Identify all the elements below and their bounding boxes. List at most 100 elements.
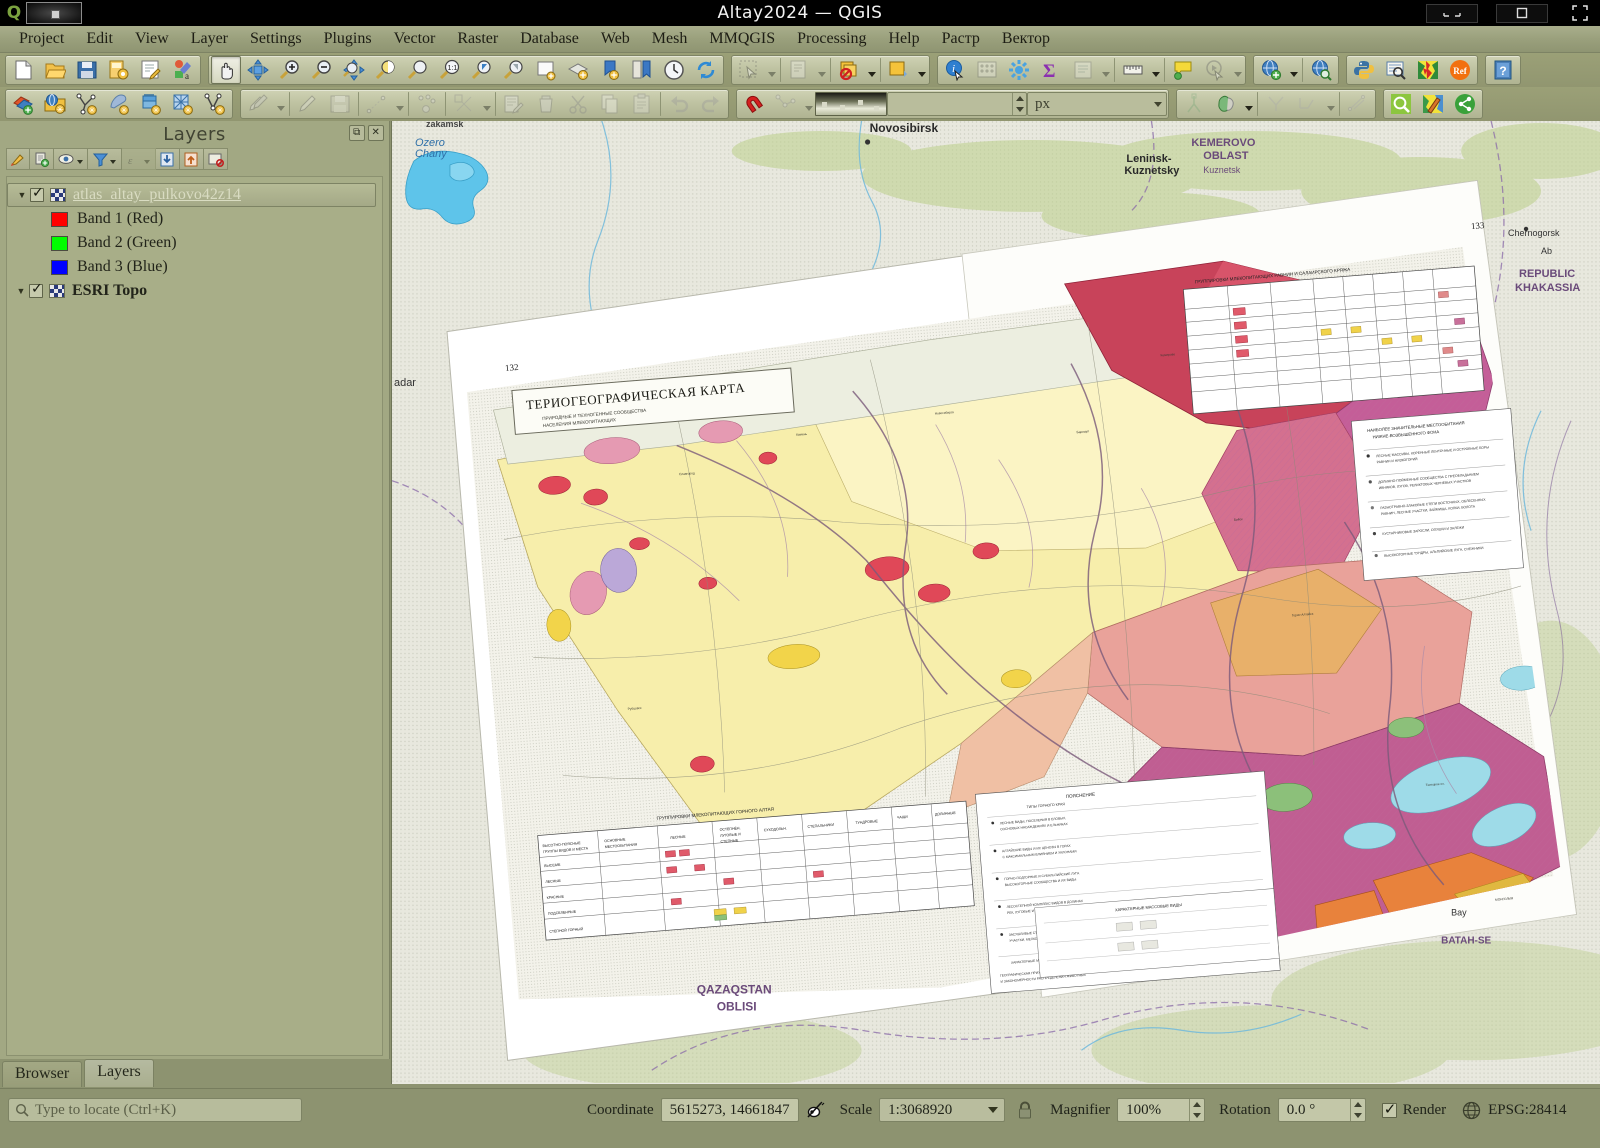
open-project-button[interactable] <box>40 56 70 84</box>
reference-ref-button[interactable]: Ref <box>1445 56 1475 84</box>
add-mesh-layer-button[interactable]: ✳ <box>168 90 198 118</box>
select-by-expression-button[interactable] <box>784 56 814 84</box>
menu-help[interactable]: Help <box>877 28 930 50</box>
snapping-options-button[interactable] <box>771 90 801 118</box>
offset-curve-dropdown[interactable] <box>1324 90 1337 118</box>
scale-combo[interactable]: 1:3068920 <box>879 1098 1005 1122</box>
close-panel-icon[interactable]: ✕ <box>368 125 384 141</box>
trim-extend-button[interactable] <box>1343 90 1373 118</box>
modify-attributes-button[interactable] <box>499 90 529 118</box>
menu-mmqgis[interactable]: MMQGIS <box>698 28 786 50</box>
crs-globe-icon[interactable] <box>1462 1101 1481 1120</box>
filter-legend-button[interactable] <box>88 148 122 170</box>
show-form-button[interactable] <box>1068 56 1098 84</box>
share-map-button[interactable] <box>1450 90 1480 118</box>
toggle-extents-icon[interactable] <box>806 1100 826 1120</box>
menu-vector[interactable]: Vector <box>383 28 447 50</box>
new-project-button[interactable] <box>8 56 38 84</box>
bookmark-manager-button[interactable] <box>627 56 657 84</box>
select-by-expression-dropdown[interactable] <box>815 56 828 84</box>
paste-features-button[interactable] <box>627 90 657 118</box>
menu-edit[interactable]: Edit <box>75 28 124 50</box>
maximize-button[interactable] <box>1496 4 1548 23</box>
save-project-as-button[interactable] <box>104 56 134 84</box>
merge-features-dropdown[interactable] <box>1242 90 1255 118</box>
select-by-value-dropdown[interactable] <box>915 56 928 84</box>
snapping-units-combo[interactable]: px <box>1027 92 1167 116</box>
menu-web[interactable]: Web <box>590 28 641 50</box>
save-project-button[interactable] <box>72 56 102 84</box>
filter-legend-expression-button[interactable]: ε <box>122 148 156 170</box>
layer-visibility-checkbox[interactable] <box>29 284 43 298</box>
lock-scale-icon[interactable] <box>1017 1101 1033 1119</box>
add-group-button[interactable] <box>30 148 54 170</box>
style-manager-button[interactable]: a <box>168 56 198 84</box>
help-contents-button[interactable]: ? <box>1488 56 1518 84</box>
add-line-feature-button[interactable] <box>362 90 392 118</box>
bookmark-button[interactable] <box>595 56 625 84</box>
refresh-button[interactable] <box>691 56 721 84</box>
fullscreen-button[interactable] <box>1566 4 1594 23</box>
select-by-value-button[interactable] <box>884 56 914 84</box>
add-wms-dropdown[interactable] <box>1287 56 1300 84</box>
reshape-features-button[interactable] <box>1261 90 1291 118</box>
menu-layer[interactable]: Layer <box>180 28 239 50</box>
map-canvas-container[interactable]: ТЕРИОГЕОГРАФИЧЕСКАЯ КАРТА ПРИРОДНЫЕ И ТЕ… <box>391 121 1600 1084</box>
menu-rastr-ru[interactable]: Растр <box>931 28 991 50</box>
add-vector-tile-layer-button[interactable]: ✳ <box>200 90 230 118</box>
manage-map-themes-button[interactable] <box>54 148 88 170</box>
menu-plugins[interactable]: Plugins <box>313 28 383 50</box>
statistical-summary-button[interactable]: Σ <box>1036 56 1066 84</box>
zoom-next-button[interactable] <box>499 56 529 84</box>
minimize-button[interactable] <box>1426 4 1478 23</box>
layer-item-atlas[interactable]: atlas_altay_pulkovo42z14 <box>7 183 376 207</box>
merge-features-button[interactable] <box>1211 90 1241 118</box>
value-tool-button[interactable] <box>1381 56 1411 84</box>
layer-tree[interactable]: atlas_altay_pulkovo42z14 Band 1 (Red) Ba… <box>6 176 383 1056</box>
deselect-dropdown[interactable] <box>865 56 878 84</box>
current-edits-button[interactable] <box>243 90 273 118</box>
new-map-view-button[interactable] <box>531 56 561 84</box>
new-print-layout-button[interactable] <box>136 56 166 84</box>
layer-visibility-checkbox[interactable] <box>30 188 44 202</box>
snapping-tolerance-field[interactable] <box>887 92 1027 116</box>
select-features-dropdown[interactable] <box>765 56 778 84</box>
crs-label[interactable]: EPSG:28414 <box>1488 1102 1566 1119</box>
zoom-full-button[interactable] <box>339 56 369 84</box>
undock-panel-icon[interactable]: ⧉ <box>349 125 365 141</box>
tab-layers[interactable]: Layers <box>84 1059 154 1087</box>
collapse-all-button[interactable] <box>180 148 204 170</box>
semi-automatic-classification-button[interactable] <box>1413 56 1443 84</box>
map-tips-button[interactable] <box>1168 56 1198 84</box>
menu-settings[interactable]: Settings <box>239 28 313 50</box>
vertex-tool-dropdown[interactable] <box>480 90 493 118</box>
python-console-button[interactable] <box>1349 56 1379 84</box>
zoom-native-button[interactable]: 1:1 <box>435 56 465 84</box>
cut-features-button[interactable] <box>563 90 593 118</box>
layer-item-esri-topo[interactable]: ESRI Topo <box>7 279 382 303</box>
field-calculator-button[interactable] <box>1004 56 1034 84</box>
delete-selected-button[interactable] <box>531 90 561 118</box>
run-action-dropdown[interactable] <box>1231 56 1244 84</box>
add-feature-dropdown[interactable] <box>393 90 406 118</box>
add-vector-layer-button[interactable] <box>8 90 38 118</box>
add-point-feature-button[interactable] <box>412 90 442 118</box>
menu-database[interactable]: Database <box>509 28 590 50</box>
snapping-options-dropdown[interactable] <box>802 90 815 118</box>
zoom-out-button[interactable] <box>307 56 337 84</box>
tab-browser[interactable]: Browser <box>2 1061 82 1087</box>
save-layer-edits-button[interactable] <box>325 90 355 118</box>
add-wms-layer-button[interactable] <box>1256 56 1286 84</box>
expand-collapse-icon[interactable] <box>14 190 30 200</box>
render-toggle[interactable]: Render <box>1382 1102 1446 1119</box>
run-feature-action-button[interactable] <box>1200 56 1230 84</box>
locator-bar[interactable]: Type to locate (Ctrl+K) <box>8 1098 302 1122</box>
remove-layer-button[interactable] <box>204 148 228 170</box>
deselect-features-button[interactable] <box>834 56 864 84</box>
expand-collapse-icon[interactable] <box>13 286 29 296</box>
pan-map-button[interactable] <box>211 56 241 84</box>
menu-vektor-ru[interactable]: Вектор <box>991 28 1061 50</box>
zoom-in-button[interactable] <box>275 56 305 84</box>
zoom-to-selection-button[interactable] <box>371 56 401 84</box>
open-attribute-table-button[interactable] <box>972 56 1002 84</box>
